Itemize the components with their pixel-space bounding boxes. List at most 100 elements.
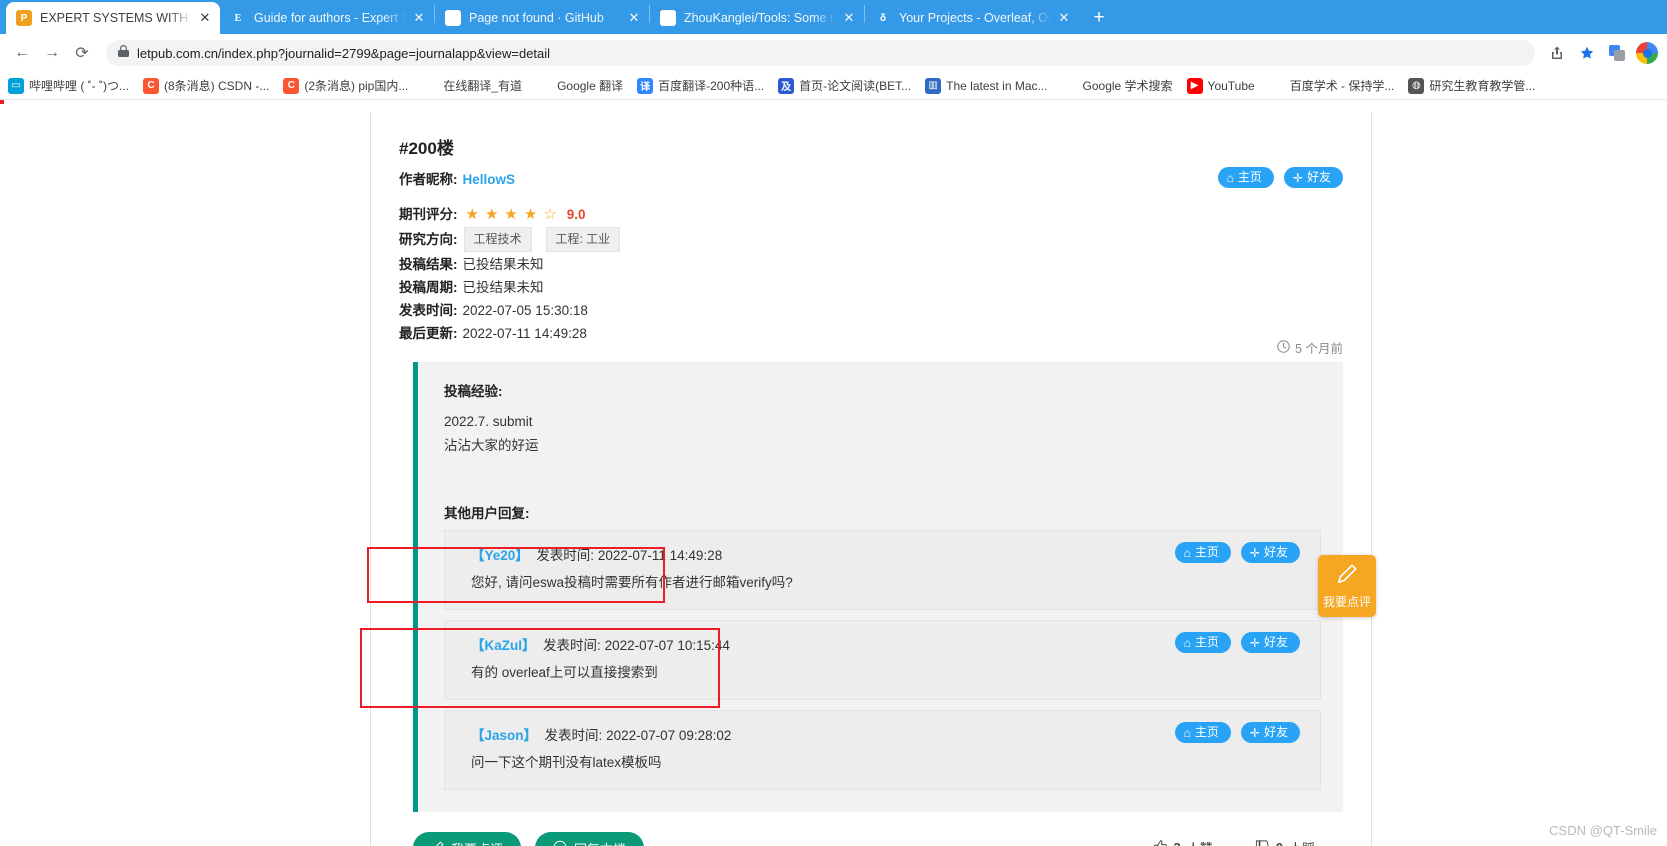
new-tab-button[interactable]: + xyxy=(1085,4,1113,32)
bookmark-item-0[interactable]: ▭ 哔哩哔哩 ( ˚- ˚)つ... xyxy=(8,77,129,94)
bookmark-item-3[interactable]: У 在线翻译_有道 xyxy=(422,77,522,94)
floating-comment-widget[interactable]: 我要点评 xyxy=(1318,555,1376,617)
like-button[interactable]: 3 人赞 xyxy=(1153,838,1213,846)
lock-icon xyxy=(118,45,129,61)
share-icon[interactable] xyxy=(1545,41,1569,65)
tab-close-icon[interactable]: ✕ xyxy=(840,9,858,27)
like-suffix: 人赞 xyxy=(1187,838,1213,846)
profile-avatar-icon[interactable] xyxy=(1635,41,1659,65)
browser-tab-4[interactable]: δ Your Projects - Overleaf, Onlin ✕ xyxy=(865,2,1079,34)
time-ago: 5 个月前 xyxy=(1277,339,1343,360)
bookmark-label: Google 学术搜索 xyxy=(1082,79,1173,93)
friend-pill-button[interactable]: ✛ 好友 xyxy=(1240,632,1300,653)
reply-user-link[interactable]: 【Jason】 xyxy=(471,728,537,743)
research-direction-row: 研究方向: 工程技术 工程: 工业 xyxy=(399,227,1343,252)
home-pill-button[interactable]: ⌂ 主页 xyxy=(1217,167,1274,188)
published-row: 发表时间: 2022-07-05 15:30:18 xyxy=(399,300,1343,321)
bookmark-item-8[interactable]: ◆ Google 学术搜索 xyxy=(1061,77,1173,94)
comment-button-label: 我要点评 xyxy=(451,839,503,846)
youtube-icon: ▶ xyxy=(1186,77,1203,94)
google-icon: G xyxy=(1549,77,1566,94)
experience-line-1: 沾沾大家的好运 xyxy=(444,438,539,453)
direction-label: 研究方向: xyxy=(399,232,458,247)
home-icon: ⌂ xyxy=(1226,170,1234,185)
reload-icon[interactable]: ⟳ xyxy=(68,39,96,67)
bookmark-item-6[interactable]: 及 首页-论文阅读(BET... xyxy=(778,77,911,94)
bookmark-label: 百度学术 - 保持学... xyxy=(1289,79,1395,93)
avatar xyxy=(1636,42,1658,64)
forward-icon[interactable]: → xyxy=(38,39,66,67)
reply-action-pills: ⌂ 主页 ✛ 好友 xyxy=(1174,632,1300,653)
watermark: CSDN @QT-Smile xyxy=(1549,823,1657,838)
tab-close-icon[interactable]: ✕ xyxy=(625,9,643,27)
browser-tab-1[interactable]: E Guide for authors - Expert Syst ✕ xyxy=(220,2,434,34)
comment-button[interactable]: 我要点评 xyxy=(413,832,522,846)
home-icon: ⌂ xyxy=(1183,635,1191,650)
address-bar[interactable]: letpub.com.cn/index.php?journalid=2799&p… xyxy=(106,40,1535,66)
home-icon: ⌂ xyxy=(1183,545,1191,560)
bookmark-item-12[interactable]: G xyxy=(1549,77,1570,94)
bookmark-item-1[interactable]: C (8条消息) CSDN -... xyxy=(143,77,269,94)
plus-icon: ✛ xyxy=(1249,725,1260,740)
page-viewport: #200楼 作者昵称: HellowS ⌂ 主页 ✛ 好友 期刊评分: ★ ★ … xyxy=(0,100,1667,846)
friend-pill-button[interactable]: ✛ 好友 xyxy=(1283,167,1343,188)
friend-pill-button[interactable]: ✛ 好友 xyxy=(1240,542,1300,563)
browser-chrome: P EXPERT SYSTEMS WITH APPLIC ✕ E Guide f… xyxy=(0,0,1667,100)
bilibili-icon: ▭ xyxy=(8,77,24,94)
tab-close-icon[interactable]: ✕ xyxy=(1055,9,1073,27)
baidu-translate-icon: 译 xyxy=(637,77,654,94)
bookmark-star-icon[interactable] xyxy=(1575,41,1599,65)
bookmark-label: 在线翻译_有道 xyxy=(443,79,523,93)
bookmark-label: (2条消息) pip国内... xyxy=(304,79,409,93)
post-actions: 我要点评 回复本楼 3 人赞 xyxy=(413,832,1343,846)
bookmark-item-5[interactable]: 译 百度翻译-200种语... xyxy=(637,77,764,94)
browser-tab-0[interactable]: P EXPERT SYSTEMS WITH APPLIC ✕ xyxy=(6,2,220,34)
vote-row: 3 人赞 0 人踩 xyxy=(1153,838,1315,846)
time-ago-label: 5 个月前 xyxy=(1295,342,1343,356)
bookmark-item-7[interactable]: ▥ The latest in Mac... xyxy=(925,77,1048,94)
updated-row: 最后更新: 2022-07-11 14:49:28 5 个月前 xyxy=(399,323,1343,356)
period-label: 投稿周期: xyxy=(399,280,458,295)
author-name-link[interactable]: HellowS xyxy=(463,169,516,190)
baidu-xueshu-icon: 熊 xyxy=(1268,77,1285,94)
plus-icon: ✛ xyxy=(1292,170,1303,185)
result-value: 已投结果未知 xyxy=(462,257,544,272)
browser-tab-3[interactable]: ⊙ ZhouKanglei/Tools: Some usef ✕ xyxy=(650,2,864,34)
home-pill-label: 主页 xyxy=(1194,725,1219,739)
period-value: 已投结果未知 xyxy=(462,280,544,295)
bookmark-item-10[interactable]: 熊 百度学术 - 保持学... xyxy=(1268,77,1395,94)
home-pill-button[interactable]: ⌂ 主页 xyxy=(1174,722,1231,743)
reply-time: 2022-07-07 09:28:02 xyxy=(606,728,732,743)
browser-tab-2[interactable]: ⊙ Page not found · GitHub ✕ xyxy=(435,2,649,34)
bookmark-label: Google 翻译 xyxy=(557,79,624,93)
bookmark-label: (8条消息) CSDN -... xyxy=(164,79,270,93)
overleaf-icon: δ xyxy=(879,12,887,24)
bookmark-item-11[interactable]: ◍ 研究生教育教学管... xyxy=(1408,77,1535,94)
home-pill-button[interactable]: ⌂ 主页 xyxy=(1174,632,1231,653)
bookmark-item-2[interactable]: C (2条消息) pip国内... xyxy=(283,77,408,94)
friend-pill-label: 好友 xyxy=(1306,170,1331,184)
friend-pill-button[interactable]: ✛ 好友 xyxy=(1240,722,1300,743)
direction-tag-1: 工程: 工业 xyxy=(545,227,621,252)
chat-icon xyxy=(553,840,567,846)
annotation-rect-kazul xyxy=(367,547,665,603)
back-icon[interactable]: ← xyxy=(8,39,36,67)
post-body: #200楼 作者昵称: HellowS ⌂ 主页 ✛ 好友 期刊评分: ★ ★ … xyxy=(371,112,1371,846)
translate-icon[interactable] xyxy=(1605,41,1629,65)
google-scholar-icon: ◆ xyxy=(1061,77,1078,94)
submission-period-row: 投稿周期: 已投结果未知 xyxy=(399,277,1343,298)
bookmark-item-4[interactable]: 文 Google 翻译 xyxy=(536,77,623,94)
reply-thread-button[interactable]: 回复本楼 xyxy=(535,832,645,846)
bookmarks-bar: ▭ 哔哩哔哩 ( ˚- ˚)つ... C (8条消息) CSDN -... C … xyxy=(0,72,1667,100)
star-rating: ★ ★ ★ ★ ☆ xyxy=(466,207,557,222)
submission-result-row: 投稿结果: 已投结果未知 xyxy=(399,254,1343,275)
bookmark-item-9[interactable]: ▶ YouTube xyxy=(1186,77,1255,94)
tab-close-icon[interactable]: ✕ xyxy=(410,9,428,27)
friend-pill-label: 好友 xyxy=(1263,725,1288,739)
rating-label: 期刊评分: xyxy=(399,207,458,222)
updated-value: 2022-07-11 14:49:28 xyxy=(462,326,587,341)
tab-close-icon[interactable]: ✕ xyxy=(196,9,214,27)
home-pill-button[interactable]: ⌂ 主页 xyxy=(1174,542,1231,563)
tab-title: EXPERT SYSTEMS WITH APPLIC xyxy=(40,11,192,25)
dislike-button[interactable]: 0 人踩 xyxy=(1255,838,1315,846)
